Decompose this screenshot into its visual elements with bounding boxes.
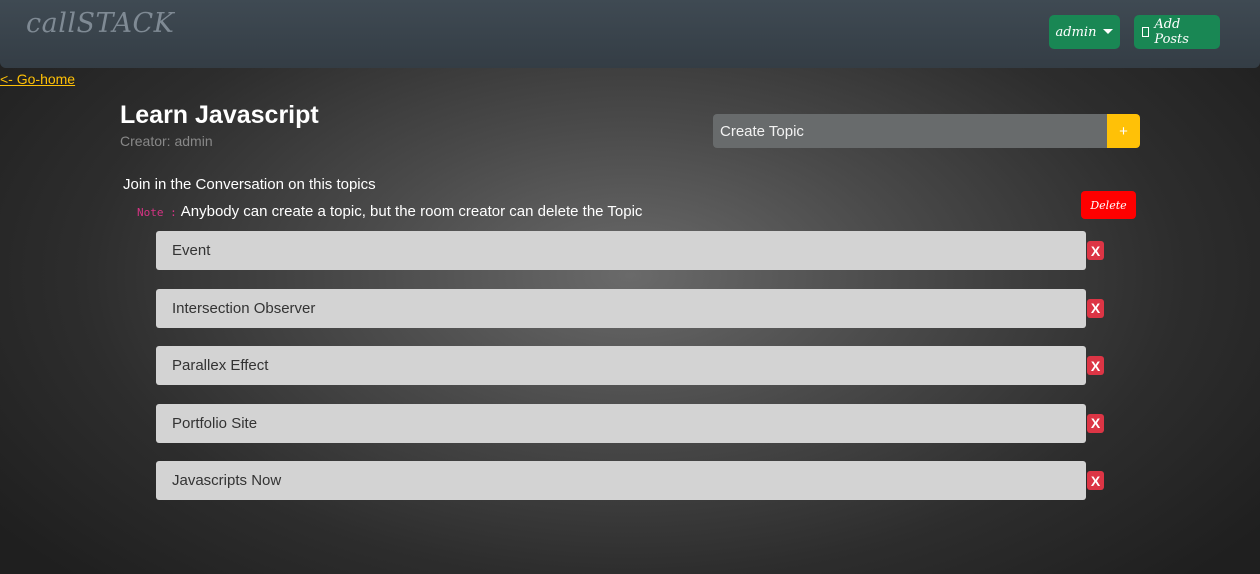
note-label: Note : (137, 206, 177, 219)
add-posts-button[interactable]: Add Posts (1134, 15, 1220, 49)
create-topic-input[interactable] (713, 114, 1107, 148)
topic-item[interactable]: Javascripts Now (156, 461, 1086, 500)
topic-item[interactable]: Portfolio Site (156, 403, 1086, 443)
go-home-link[interactable]: <- Go-home (0, 71, 75, 87)
square-icon (1142, 27, 1150, 37)
topic-row: Event X (156, 231, 1104, 270)
create-topic-button[interactable]: + (1107, 114, 1140, 148)
remove-topic-button[interactable]: X (1087, 413, 1104, 433)
note-line: Note : Anybody can create a topic, but t… (137, 203, 642, 220)
add-posts-label: Add Posts (1154, 17, 1189, 47)
remove-topic-button[interactable]: X (1087, 298, 1104, 318)
join-conversation-text: Join in the Conversation on this topics (123, 176, 376, 193)
topic-list: Event X Intersection Observer X Parallex… (156, 231, 1104, 519)
topic-item[interactable]: Intersection Observer (156, 288, 1086, 328)
creator-name: admin (174, 133, 213, 149)
creator-label: Creator: (120, 133, 171, 149)
topic-item[interactable]: Parallex Effect (156, 346, 1086, 385)
note-text: Anybody can create a topic, but the room… (180, 203, 643, 220)
remove-topic-button[interactable]: X (1087, 356, 1104, 375)
room-creator: Creator: admin (120, 133, 213, 149)
topic-row: Javascripts Now X (156, 461, 1104, 500)
user-menu-label: admin (1055, 24, 1097, 40)
topic-row: Portfolio Site X (156, 403, 1104, 443)
caret-down-icon (1103, 28, 1114, 34)
topic-item[interactable]: Event (156, 231, 1086, 270)
remove-topic-button[interactable]: X (1087, 241, 1104, 260)
delete-room-button[interactable]: Delete (1081, 191, 1136, 219)
topic-row: Parallex Effect X (156, 346, 1104, 385)
navbar: callSTACK admin Add Posts (0, 0, 1260, 68)
brand-logo[interactable]: callSTACK (26, 8, 174, 39)
remove-topic-button[interactable]: X (1087, 471, 1104, 490)
user-menu-button[interactable]: admin (1049, 15, 1120, 49)
room-title: Learn Javascript (120, 101, 319, 129)
topic-row: Intersection Observer X (156, 288, 1104, 328)
